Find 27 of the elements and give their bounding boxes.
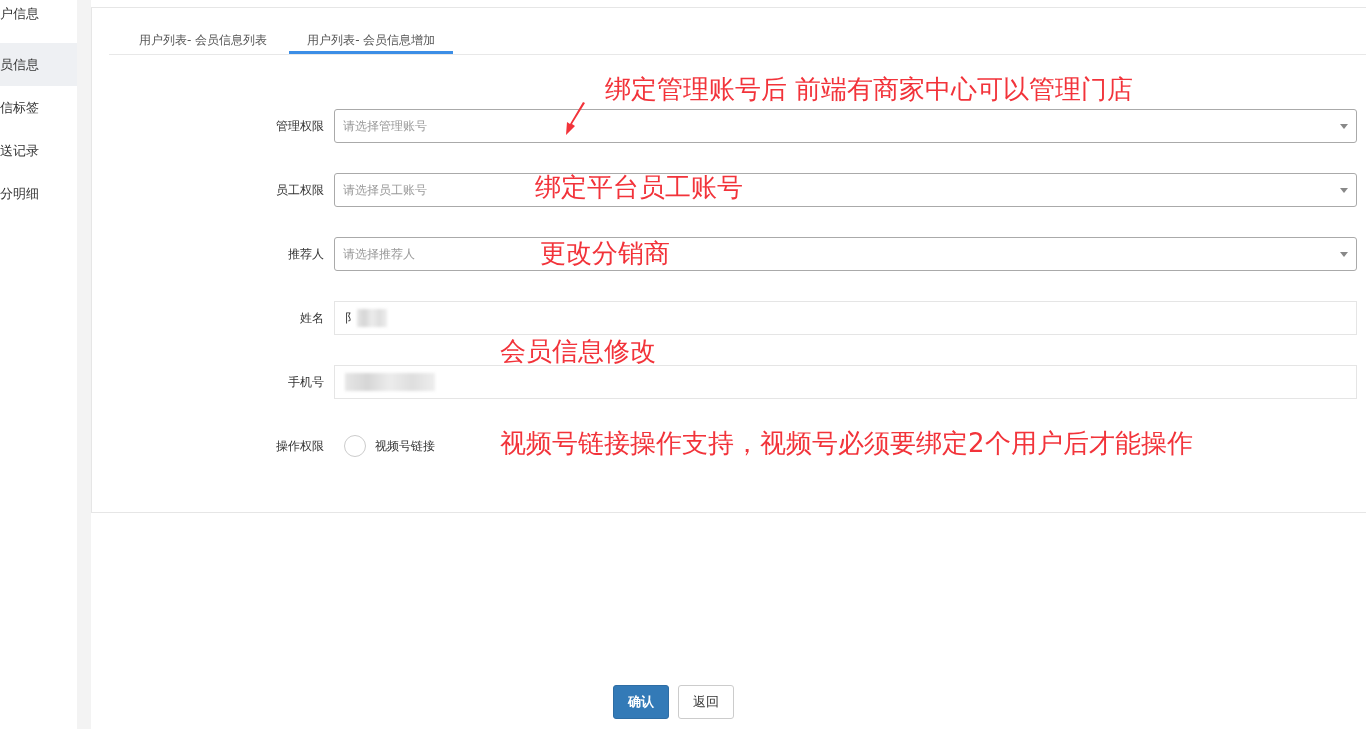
sidebar-item[interactable]: 送记录	[0, 129, 77, 172]
tab[interactable]: 用户列表- 会员信息增加	[289, 24, 454, 54]
annotation-text: 绑定管理账号后 前端有商家中心可以管理门店	[605, 74, 1134, 106]
field-label: 员工权限	[275, 181, 325, 199]
sidebar-item[interactable]: 员信息	[0, 43, 77, 86]
annotation-text: 绑定平台员工账号	[535, 172, 743, 204]
annotation-text: 更改分销商	[540, 238, 670, 270]
tab[interactable]: 用户列表- 会员信息列表	[121, 24, 286, 54]
annotation-text: 视频号链接操作支持，视频号必须要绑定2个用户后才能操作	[500, 428, 1193, 460]
input-field[interactable]	[334, 365, 1357, 399]
sidebar-item[interactable]: 信标签	[0, 86, 77, 129]
field-label: 操作权限	[275, 437, 325, 455]
annotation-text: 会员信息修改	[500, 336, 656, 368]
caret-icon	[1340, 251, 1348, 257]
input-field[interactable]: 阝	[334, 301, 1357, 335]
sidebar-item[interactable]: 户信息	[0, 0, 77, 35]
radio-button[interactable]	[344, 435, 366, 457]
caret-icon	[1340, 123, 1348, 129]
confirm-button[interactable]: 确认	[613, 685, 669, 719]
radio-label: 视频号链接	[375, 437, 435, 455]
field-label: 姓名	[299, 309, 325, 327]
field-label: 管理权限	[275, 117, 325, 135]
field-label: 推荐人	[287, 245, 325, 263]
field-label: 手机号	[287, 373, 325, 391]
back-button[interactable]: 返回	[678, 685, 734, 719]
sidebar-item[interactable]: 分明细	[0, 172, 77, 215]
caret-icon	[1340, 187, 1348, 193]
